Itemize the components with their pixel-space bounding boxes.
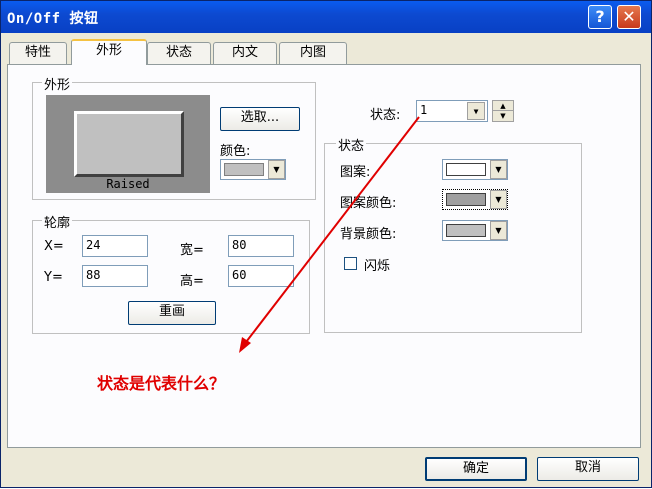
annotation-arrow [239,116,420,353]
cancel-button[interactable]: 取消 [537,457,639,481]
tab-label: 外形 [95,43,122,58]
annotation-text: 状态是代表什么？ [97,374,226,393]
button-label: 取消 [574,460,601,475]
ok-button[interactable]: 确定 [425,457,527,481]
button-label: 确定 [462,461,489,476]
dialog-window: On/Off 按钮 ? ✕ 特性 外形 状态 内文 内图 外形 Raised 选… [0,0,652,488]
tab-appearance[interactable]: 外形 [71,39,147,65]
annotation-arrow-line [242,116,420,347]
